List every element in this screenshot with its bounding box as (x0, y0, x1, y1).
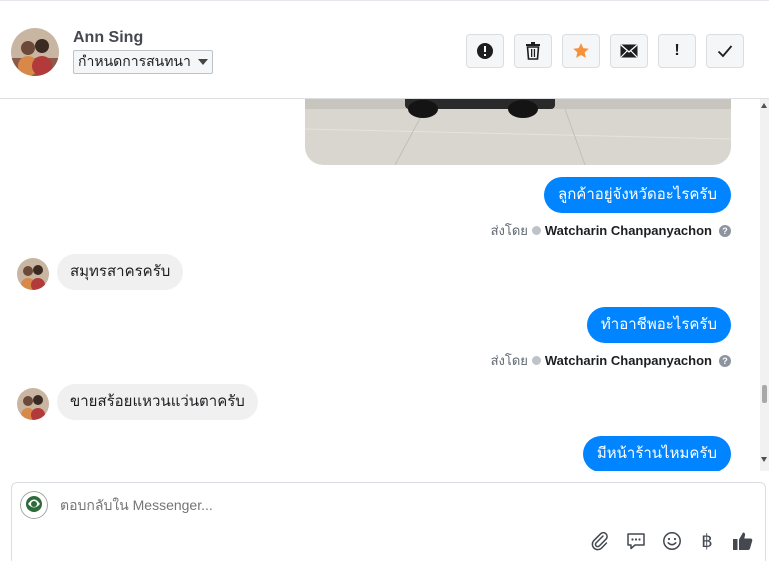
scroll-down-arrow-icon[interactable] (761, 457, 767, 462)
incoming-message[interactable]: ขายสร้อยแหวนแว่นตาครับ (57, 384, 258, 420)
emoji-icon (663, 532, 681, 550)
sent-by-label: ส่งโดย (490, 353, 528, 368)
contact-name[interactable]: Ann Sing (73, 29, 143, 47)
reply-composer: ฿ (11, 482, 766, 561)
envelope-icon (620, 44, 638, 58)
scroll-thumb[interactable] (762, 385, 767, 403)
alert-circle-icon (477, 43, 493, 59)
shared-photo[interactable] (305, 99, 731, 165)
star-button[interactable] (562, 34, 600, 68)
exclamation-icon: ! (674, 42, 680, 59)
verified-check-icon (531, 226, 541, 235)
important-button[interactable]: ! (658, 34, 696, 68)
contact-avatar[interactable] (11, 28, 59, 76)
attachment-button[interactable] (588, 529, 612, 553)
contact-avatar-small[interactable] (17, 258, 49, 290)
thread-scrollbar[interactable] (760, 99, 769, 471)
outgoing-message[interactable]: มีหน้าร้านไหมครับ (582, 436, 731, 471)
payment-button[interactable]: ฿ (695, 529, 719, 553)
page-avatar (20, 491, 48, 519)
scroll-up-arrow-icon[interactable] (761, 103, 767, 108)
outgoing-message[interactable]: ทำอาชีพอะไรครับ (586, 307, 731, 343)
spam-button[interactable] (466, 34, 504, 68)
mark-unread-button[interactable] (610, 34, 648, 68)
done-button[interactable] (706, 34, 744, 68)
verified-check-icon (531, 356, 541, 365)
reply-input[interactable] (60, 497, 560, 513)
incoming-message[interactable]: สมุทรสาครครับ (57, 254, 184, 290)
outgoing-message[interactable]: ลูกค้าอยู่จังหวัดอะไรครับ (544, 177, 731, 213)
sent-by-info: ส่งโดย Watcharin Chanpanyachon ? (491, 220, 731, 241)
saved-reply-icon (627, 533, 645, 550)
conversation-header: Ann Sing กำหนดการสนทนา ! (0, 0, 769, 99)
caret-down-icon (198, 59, 208, 65)
attachment-icon (591, 531, 608, 551)
sender-name: Watcharin Chanpanyachon (544, 353, 712, 368)
delete-button[interactable] (514, 34, 552, 68)
sent-by-info: ส่งโดย Watcharin Chanpanyachon ? (491, 350, 731, 371)
like-button[interactable] (731, 529, 755, 553)
message-thread: ลูกค้าอยู่จังหวัดอะไรครับ ส่งโดย Watchar… (0, 99, 760, 471)
emoji-button[interactable] (660, 529, 684, 553)
baht-icon: ฿ (701, 530, 713, 551)
sent-by-label: ส่งโดย (490, 223, 528, 238)
help-icon[interactable]: ? (719, 354, 731, 367)
checkmark-icon (717, 45, 733, 58)
saved-reply-button[interactable] (624, 529, 648, 553)
star-icon (573, 43, 589, 58)
sender-name: Watcharin Chanpanyachon (544, 223, 712, 238)
contact-avatar-small[interactable] (17, 388, 49, 420)
help-icon[interactable]: ? (719, 224, 731, 237)
conversation-settings-dropdown[interactable]: กำหนดการสนทนา (73, 50, 213, 74)
conversation-settings-label: กำหนดการสนทนา (78, 53, 191, 69)
trash-icon (526, 42, 540, 60)
thumbs-up-icon (733, 532, 753, 550)
